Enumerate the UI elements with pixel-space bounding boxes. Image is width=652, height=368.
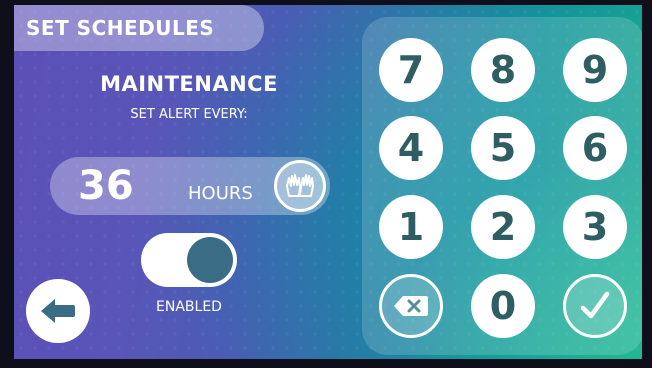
key-8[interactable]: 8: [471, 38, 535, 102]
screen: SET SCHEDULES MAINTENANCE SET ALERT EVER…: [14, 5, 642, 359]
enabled-toggle[interactable]: [141, 233, 237, 287]
section-title: MAINTENANCE: [100, 72, 278, 96]
checkmark-icon: [580, 291, 610, 319]
key-1[interactable]: 1: [379, 195, 443, 259]
key-9[interactable]: 9: [563, 38, 627, 102]
backspace-icon: [394, 296, 428, 316]
gloves-icon: [286, 174, 314, 197]
confirm-button[interactable]: [563, 274, 627, 338]
arrow-left-icon: [41, 299, 75, 323]
key-5[interactable]: 5: [471, 116, 535, 180]
gloves-button[interactable]: [274, 160, 326, 212]
key-2[interactable]: 2: [471, 195, 535, 259]
key-0[interactable]: 0: [471, 274, 535, 338]
back-button[interactable]: [26, 279, 90, 343]
key-3[interactable]: 3: [563, 195, 627, 259]
section-subtitle: SET ALERT EVERY:: [130, 107, 248, 122]
key-6[interactable]: 6: [563, 116, 627, 180]
toggle-knob: [187, 237, 233, 283]
key-4[interactable]: 4: [379, 116, 443, 180]
interval-value: 36: [78, 163, 134, 209]
backspace-button[interactable]: [379, 274, 443, 338]
interval-unit: HOURS: [188, 183, 253, 204]
numeric-keypad: 7 8 9 4 5 6 1 2 3 0: [362, 17, 642, 355]
key-7[interactable]: 7: [379, 38, 443, 102]
page-title: SET SCHEDULES: [14, 5, 264, 51]
toggle-label: ENABLED: [156, 299, 222, 315]
